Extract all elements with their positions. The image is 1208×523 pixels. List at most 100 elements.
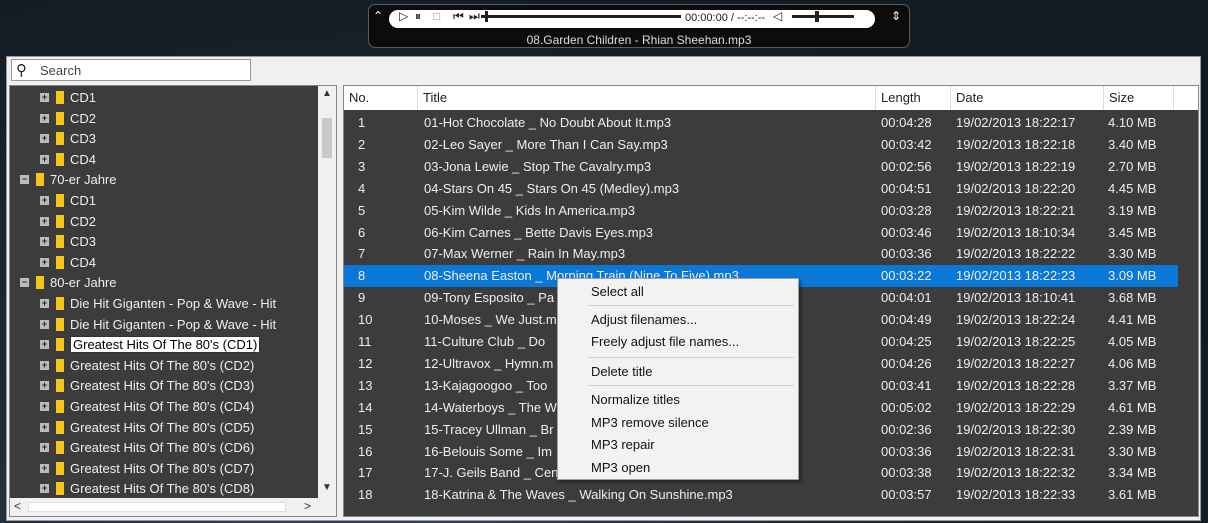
tree-scroll-thumb[interactable] <box>322 118 332 158</box>
expand-icon[interactable]: + <box>40 154 49 164</box>
tree-item[interactable]: + Greatest Hits Of The 80's (CD4) <box>10 397 320 417</box>
tree-item[interactable]: + CD2 <box>10 109 320 129</box>
tree-item-label: CD4 <box>70 151 97 167</box>
tree-item[interactable]: − 70-er Jahre <box>10 170 320 190</box>
table-row[interactable]: 5 05-Kim Wilde _ Kids In America.mp3 00:03… <box>344 200 1178 222</box>
volume-thumb[interactable] <box>815 11 819 22</box>
tree-item[interactable]: + CD3 <box>10 129 320 149</box>
track-length: 00:02:56 <box>881 158 932 174</box>
seek-bar[interactable] <box>481 15 681 18</box>
tree-item[interactable]: + Die Hit Giganten - Pop & Wave - Hit <box>10 315 320 335</box>
expand-icon[interactable]: + <box>40 443 49 453</box>
menu-mp3-remove-silence[interactable]: MP3 remove silence <box>558 412 798 434</box>
tree-item[interactable]: + Greatest Hits Of The 80's (CD1) <box>10 335 320 355</box>
current-track-name: 08.Garden Children - Rhian Sheehan.mp3 <box>526 33 752 47</box>
tree-item[interactable]: + CD1 <box>10 191 320 211</box>
tree-item[interactable]: + Greatest Hits Of The 80's (CD6) <box>10 438 320 458</box>
column-title-header[interactable]: Title <box>418 86 876 110</box>
tree-item[interactable]: + Die Hit Giganten - Pop & Wave - Hit <box>10 294 320 314</box>
menu-mp3-repair[interactable]: MP3 repair <box>558 434 798 456</box>
table-row[interactable]: 1 01-Hot Chocolate _ No Doubt About It.mp… <box>344 112 1178 134</box>
expand-icon[interactable]: + <box>40 237 49 247</box>
tree-vertical-scrollbar[interactable]: ▲ ▼ <box>318 86 336 498</box>
collapse-icon[interactable]: − <box>20 175 29 185</box>
tree-item[interactable]: + Greatest Hits Of The 80's (CD8) <box>10 479 320 499</box>
volume-slider[interactable] <box>792 15 854 18</box>
track-date: 19/02/2013 18:22:30 <box>956 421 1076 437</box>
search-icon: ⚲ <box>16 62 27 79</box>
seek-thumb[interactable] <box>485 11 488 22</box>
search-input[interactable] <box>38 62 243 78</box>
folder-tree[interactable]: + Greatest Hits Of The 80's (CD8) + Greates… <box>9 85 337 517</box>
table-row[interactable]: 3 03-Jona Lewie _ Stop The Cavalry.mp3 00:… <box>344 156 1178 178</box>
table-row[interactable]: 18 18-Katrina & The Waves _ Walking On Su… <box>344 484 1178 506</box>
expand-icon[interactable]: + <box>40 134 49 144</box>
tree-item[interactable]: + Greatest Hits Of The 80's (CD3) <box>10 376 320 396</box>
scroll-down-icon[interactable]: ▼ <box>322 482 332 493</box>
expand-icon[interactable]: + <box>40 360 49 370</box>
media-player: ⌃ ▷ ⏸ □ ⏮ ⏭ 00:00:00 / --:--:-- ◁ ⇕ 08.G… <box>368 4 910 48</box>
expand-icon[interactable]: + <box>40 484 49 494</box>
track-date: 19/02/2013 18:22:24 <box>956 312 1076 328</box>
tree-item-label: Greatest Hits Of The 80's (CD2) <box>70 357 255 373</box>
expand-icon[interactable]: + <box>40 93 49 102</box>
up-down-toggle-icon[interactable]: ⇕ <box>891 9 901 23</box>
tree-horizontal-scrollbar[interactable]: < > <box>10 498 320 516</box>
play-icon[interactable]: ▷ <box>399 9 408 23</box>
tree-item[interactable]: + Greatest Hits Of The 80's (CD7) <box>10 459 320 479</box>
expand-icon[interactable]: + <box>40 319 49 329</box>
menu-delete-title[interactable]: Delete title <box>558 361 798 383</box>
tree-item[interactable]: + CD4 <box>10 150 320 170</box>
expand-icon[interactable]: + <box>40 196 49 205</box>
table-row[interactable]: 7 07-Max Werner _ Rain In May.mp3 00:03:36… <box>344 243 1178 265</box>
tree-item[interactable]: + Greatest Hits Of The 80's (CD5) <box>10 418 320 438</box>
scroll-right-icon[interactable]: > <box>304 499 311 513</box>
menu-normalize-titles[interactable]: Normalize titles <box>558 389 798 411</box>
tree-item[interactable]: + CD3 <box>10 232 320 252</box>
folder-icon <box>56 214 64 228</box>
stop-icon[interactable]: □ <box>433 9 440 23</box>
column-date-header[interactable]: Date <box>951 86 1104 110</box>
column-length-header[interactable]: Length <box>876 86 951 110</box>
volume-icon[interactable]: ◁ <box>773 9 782 23</box>
menu-mp3-open[interactable]: MP3 open <box>558 457 798 479</box>
track-number: 18 <box>358 487 373 503</box>
table-row[interactable]: 6 06-Kim Carnes _ Bette Davis Eyes.mp3 00:… <box>344 222 1178 244</box>
expand-icon[interactable]: + <box>40 216 49 226</box>
tree-item[interactable]: − 80-er Jahre <box>10 273 320 293</box>
expand-icon[interactable]: + <box>40 113 49 123</box>
scroll-left-icon[interactable]: < <box>14 499 21 513</box>
scroll-up-icon[interactable]: ▲ <box>322 88 332 99</box>
menu-select-all[interactable]: Select all <box>558 281 798 303</box>
menu-adjust-filenames[interactable]: Adjust filenames... <box>558 309 798 331</box>
tree-item[interactable]: + CD4 <box>10 253 320 273</box>
expand-icon[interactable]: + <box>40 299 49 308</box>
expand-icon[interactable]: + <box>40 422 49 432</box>
track-date: 19/02/2013 18:22:22 <box>956 246 1076 262</box>
collapse-icon[interactable]: − <box>20 278 29 288</box>
folder-icon <box>56 441 64 455</box>
track-size: 3.40 MB <box>1108 136 1157 152</box>
track-size: 3.34 MB <box>1108 465 1157 481</box>
previous-track-icon[interactable]: ⏮ <box>453 9 464 24</box>
collapse-up-icon[interactable]: ⌃ <box>373 9 383 23</box>
expand-icon[interactable]: + <box>40 402 49 411</box>
pause-icon[interactable]: ⏸ <box>415 9 421 24</box>
expand-icon[interactable]: + <box>40 340 49 350</box>
expand-icon[interactable]: + <box>40 463 49 473</box>
tree-item[interactable]: + CD2 <box>10 212 320 232</box>
expand-icon[interactable]: + <box>40 381 49 391</box>
tree-hscroll-thumb[interactable] <box>28 502 286 512</box>
next-track-icon[interactable]: ⏭ <box>469 9 480 24</box>
track-number: 2 <box>358 136 366 152</box>
table-row[interactable]: 2 02-Leo Sayer _ More Than I Can Say.mp3 0… <box>344 134 1178 156</box>
menu-freely-adjust-file-names[interactable]: Freely adjust file names... <box>558 331 798 353</box>
tree-item[interactable]: + CD1 <box>10 88 320 108</box>
track-length: 00:03:28 <box>881 202 932 218</box>
table-row[interactable]: 4 04-Stars On 45 _ Stars On 45 (Medley).m… <box>344 178 1178 200</box>
expand-icon[interactable]: + <box>40 257 49 267</box>
search-box[interactable]: ⚲ <box>11 59 251 81</box>
column-size-header[interactable]: Size <box>1104 86 1174 110</box>
column-no-header[interactable]: No. <box>344 86 418 110</box>
tree-item[interactable]: + Greatest Hits Of The 80's (CD2) <box>10 356 320 376</box>
